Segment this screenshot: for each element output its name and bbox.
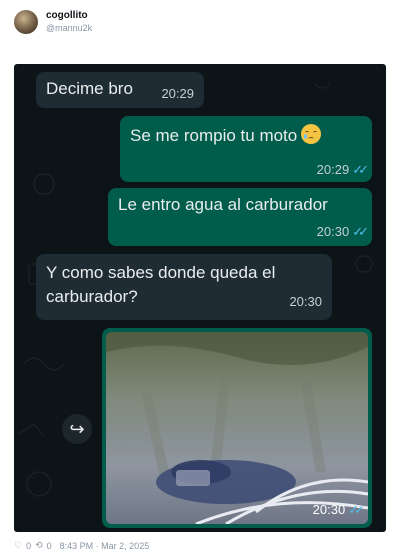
message-time: 20:30 bbox=[312, 502, 346, 517]
read-ticks-icon: ✓✓ bbox=[348, 502, 365, 517]
message-bubble-incoming[interactable]: Decime bro 20:29 bbox=[36, 72, 204, 108]
photo-illustration bbox=[106, 332, 368, 524]
avatar[interactable] bbox=[14, 10, 38, 34]
message-time: 20:30 bbox=[316, 224, 350, 239]
retweet-icon[interactable]: ⟲ bbox=[35, 540, 43, 551]
message-text: Se me rompio tu moto bbox=[130, 126, 298, 145]
message-time: 20:30 bbox=[289, 294, 322, 309]
message-time: 20:29 bbox=[316, 162, 350, 177]
flooded-motorcycle-photo[interactable]: 20:30 ✓✓ bbox=[106, 332, 368, 524]
tweet-timestamp[interactable]: 8:43 PM · Mar 2, 2025 bbox=[60, 541, 150, 551]
photo-message-outgoing[interactable]: 20:30 ✓✓ bbox=[102, 328, 372, 528]
message-time: 20:29 bbox=[161, 86, 194, 101]
forward-icon[interactable]: ↪ bbox=[62, 414, 92, 444]
message-time-row: 20:30 ✓✓ bbox=[312, 502, 365, 518]
author-names: cogollito @mannu2k bbox=[46, 10, 92, 34]
message-time-row: 20:29 ✓✓ bbox=[316, 162, 369, 178]
message-bubble-outgoing[interactable]: Se me rompio tu moto 20:29 ✓✓ bbox=[120, 116, 372, 182]
retweet-count: 0 bbox=[46, 540, 52, 551]
user-handle[interactable]: @mannu2k bbox=[46, 22, 92, 34]
tweet-header: cogollito @mannu2k bbox=[14, 10, 92, 34]
message-bubble-outgoing[interactable]: Le entro agua al carburador 20:30 ✓✓ bbox=[108, 188, 372, 246]
like-count: 0 bbox=[26, 540, 32, 551]
like-icon[interactable]: ♡ bbox=[14, 540, 22, 551]
tweet-footer: ♡ 0 ⟲ 0 8:43 PM · Mar 2, 2025 bbox=[14, 540, 153, 551]
message-bubble-incoming[interactable]: Y como sabes donde queda el carburador? … bbox=[36, 254, 332, 320]
read-ticks-icon: ✓✓ bbox=[352, 162, 369, 177]
message-time-row: 20:30 ✓✓ bbox=[316, 224, 369, 240]
message-text: Decime bro bbox=[46, 79, 133, 98]
message-text-line: Y como sabes donde queda el bbox=[46, 263, 276, 282]
sad-face-emoji-icon bbox=[301, 124, 322, 144]
message-text-row: Se me rompio tu moto bbox=[130, 124, 322, 147]
read-ticks-icon: ✓✓ bbox=[352, 224, 369, 239]
message-text: Le entro agua al carburador bbox=[118, 195, 328, 214]
chat-screenshot: Decime bro 20:29 Se me rompio tu moto 20… bbox=[14, 64, 386, 532]
display-name[interactable]: cogollito bbox=[46, 10, 92, 22]
message-text-line: carburador? bbox=[46, 287, 138, 306]
